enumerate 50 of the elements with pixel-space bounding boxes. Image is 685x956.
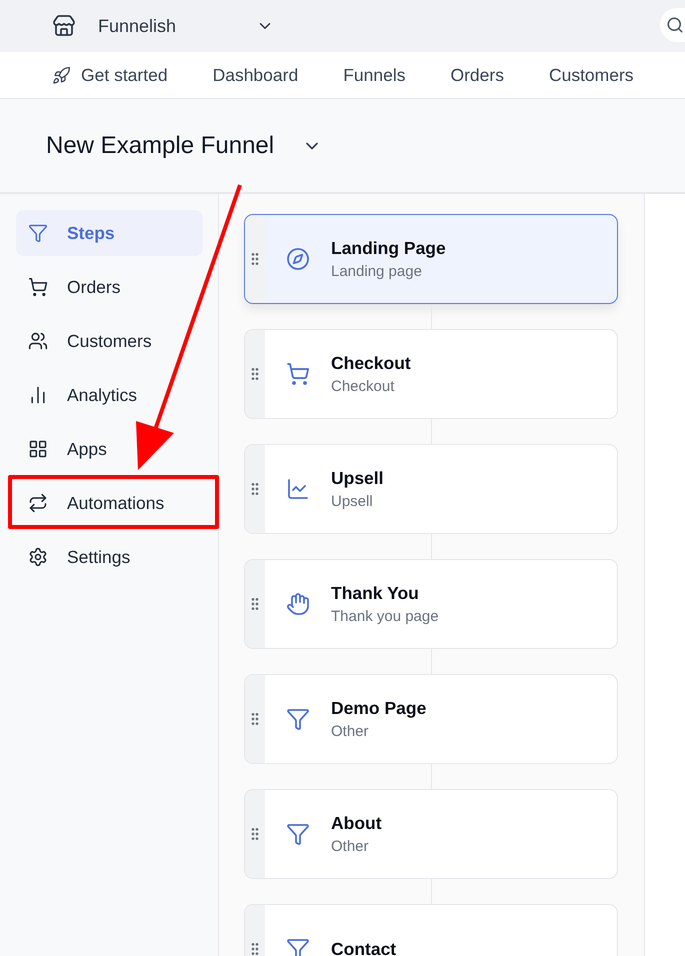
sidebar-item[interactable]: Apps [16, 426, 203, 472]
funnel-icon [28, 223, 48, 243]
step-title: Thank You [331, 583, 420, 604]
step-title: Upsell [331, 468, 384, 489]
rocket-icon [52, 66, 71, 84]
users-icon [28, 331, 48, 351]
nav-link[interactable]: Orders [450, 64, 504, 86]
step-card[interactable]: About Other [244, 789, 618, 879]
funnel-title: New Example Funnel [46, 132, 274, 160]
sidebar-item[interactable]: Analytics [16, 372, 203, 418]
step-title: Contact [331, 938, 396, 956]
nav-link[interactable]: Funnels [343, 64, 406, 86]
sidebar-item[interactable]: Orders [16, 264, 203, 310]
settings-icon [28, 547, 48, 567]
store-icon [52, 14, 76, 38]
compass-icon [286, 247, 310, 271]
step-type: Landing page [331, 263, 423, 280]
step-card[interactable]: Demo Page Other [244, 674, 618, 764]
funnel-icon [286, 937, 310, 956]
step-type: Thank you page [331, 608, 439, 625]
waving-hand-icon [286, 592, 310, 616]
step-title: Demo Page [331, 698, 426, 719]
step-type: Other [331, 723, 370, 740]
cart-icon [286, 362, 310, 386]
step-title: About [331, 813, 382, 834]
step-title: Checkout [331, 353, 411, 374]
nav-link[interactable]: Get started [52, 64, 168, 86]
nav-link[interactable]: Dashboard [212, 64, 298, 86]
repeat-icon [28, 493, 48, 513]
cart-icon [28, 277, 48, 297]
step-card[interactable]: Checkout Checkout [244, 329, 618, 419]
step-card[interactable]: Upsell Upsell [244, 444, 618, 534]
funnel-icon [286, 822, 310, 846]
sidebar-item[interactable]: Settings [16, 534, 203, 580]
search-icon [666, 16, 684, 34]
nav-link[interactable]: Customers [548, 64, 634, 86]
funnel-icon [286, 707, 310, 731]
step-card[interactable]: Landing Page Landing page [244, 214, 618, 304]
step-type: Other [331, 838, 370, 855]
line-chart-icon [286, 477, 310, 501]
step-type: Checkout [331, 378, 396, 395]
step-card[interactable]: Contact [244, 904, 618, 956]
grid-icon [28, 439, 48, 459]
step-type: Upsell [331, 493, 374, 510]
sidebar-item[interactable]: Customers [16, 318, 203, 364]
step-card[interactable]: Thank You Thank you page [244, 559, 618, 649]
store-switcher[interactable]: Funnelish [52, 14, 274, 38]
sidebar-item[interactable]: Steps [16, 210, 203, 256]
step-title: Landing Page [331, 238, 446, 259]
sidebar-item[interactable]: Automations [16, 480, 203, 526]
